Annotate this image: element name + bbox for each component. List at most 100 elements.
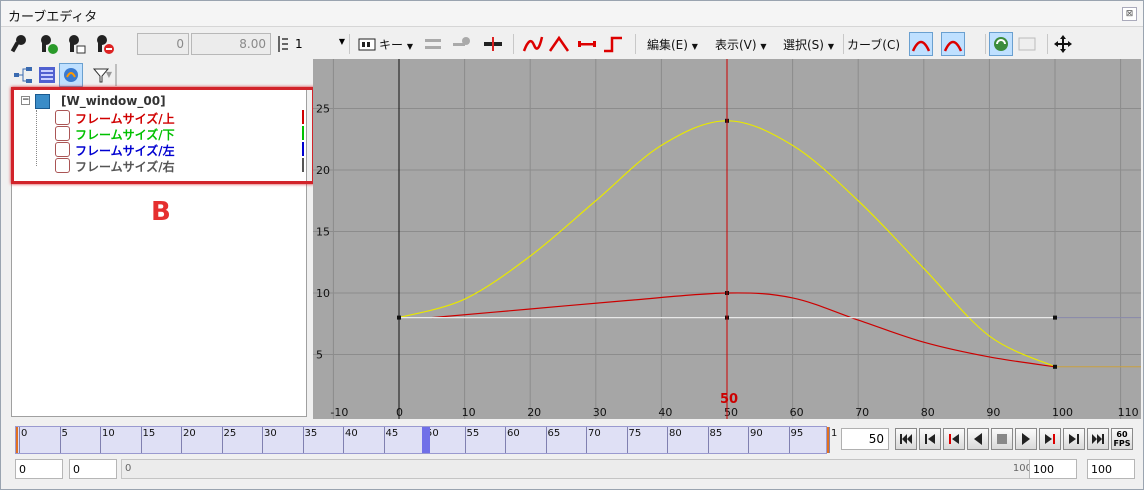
timeline-tick [59,427,61,453]
key-copy-icon[interactable] [449,32,473,56]
y-tick-label: 5 [316,349,323,362]
y-tick-label: 15 [316,226,330,239]
key-chart-icon[interactable] [63,32,87,56]
key-move-left-icon[interactable] [421,32,445,56]
timeline-tick-label: 10 [102,428,115,439]
annotation-label: B [151,197,171,227]
timeline-tick [262,427,263,453]
flat-curve-icon[interactable] [575,32,599,56]
key-break-icon[interactable] [481,32,505,56]
tree-toolbar: ▼ [11,63,307,87]
close-button[interactable]: ⊠ [1122,7,1137,21]
timeline-tick [100,427,101,453]
timeline-tick-label: 45 [385,428,399,439]
range-length-field[interactable]: 100 [1087,459,1135,479]
chevron-down-icon: ▼ [760,42,767,51]
timeline-start-marker[interactable] [16,427,18,453]
key-menu[interactable]: キー ▼ [379,36,413,53]
end-value-field[interactable]: 8.00 [191,33,271,55]
edit-menu[interactable]: 編集(E) ▼ [647,36,698,53]
key-point [1053,315,1057,320]
fps-button[interactable]: 60 FPS [1111,428,1133,450]
chevron-down-icon: ▼ [105,70,112,79]
select-menu[interactable]: 選択(S) ▼ [783,36,834,53]
window-title: カーブエディタ [8,10,98,25]
timeline-tick [788,427,790,453]
curve-menu-label: カーブ(C) [847,38,901,52]
linear-curve-icon[interactable] [547,32,571,56]
x-tick-label: 20 [527,406,541,419]
timeline-tick-label: 15 [142,428,156,439]
smooth-curve-icon[interactable] [521,32,545,56]
timeline-tick [140,427,142,453]
timeline-tick-label: 20 [183,428,196,439]
timeline-tick-label: 40 [345,428,358,439]
timeline-tick-label: 35 [304,428,318,439]
timeline-tick-label: 60 [507,428,520,439]
return-icon[interactable] [1015,32,1039,56]
curve-graph-svg[interactable]: 25 20 15 10 5 -10 0 10 20 30 40 50 60 70 80 90 100 110 50 [313,59,1141,419]
key-point [397,315,401,320]
timeline-tick [545,427,547,453]
annotation-highlight-box [11,87,315,184]
timeline-end-marker[interactable] [827,427,829,453]
next-key-icon[interactable] [1063,428,1085,450]
timeline-tick [302,427,304,453]
key-tool-icon[interactable] [7,32,31,56]
key-delete-icon[interactable] [91,32,115,56]
title-bar: カーブエディタ ⊠ [1,1,1143,27]
step-curve-icon[interactable] [601,32,625,56]
prev-key-icon[interactable] [919,428,941,450]
timeline-ruler[interactable]: 0 5 10 15 20 25 30 35 40 45 50 55 60 65 70 75 80 85 90 95 1 [15,426,837,454]
curve-ease-alt-icon[interactable] [941,32,965,56]
current-frame-field[interactable]: 50 [841,428,889,450]
x-tick-label: 30 [593,406,607,419]
timeline-tick [19,427,20,453]
range-offset-field[interactable]: 0 [69,459,117,479]
prev-frame-icon[interactable] [967,428,989,450]
toolbar-separator [513,34,514,54]
chevron-down-icon: ▼ [406,42,413,51]
y-tick-label: 25 [316,103,330,116]
timeline-tick-label: 1 [831,428,838,439]
curve-graph[interactable]: 25 20 15 10 5 -10 0 10 20 30 40 50 60 70 80 90 100 110 50 [313,59,1141,419]
range-start-field[interactable]: 0 [15,459,63,479]
step-select[interactable]: 1 ▼ [295,33,345,55]
key-add-icon[interactable] [35,32,59,56]
go-to-end-icon[interactable] [1087,428,1109,450]
curve-menu[interactable]: カーブ(C) [847,36,900,53]
fit-view-icon[interactable] [1051,32,1075,56]
timeline-tick-label: 25 [223,428,237,439]
timeline-playhead[interactable] [422,427,430,453]
x-tick-label: 40 [658,406,672,419]
x-tick-label: 110 [1118,406,1139,419]
range-end-field[interactable]: 100 [1029,459,1077,479]
edit-menu-label: 編集(E) [647,38,688,52]
hierarchy-icon[interactable] [11,63,35,87]
key-lock-icon[interactable] [355,32,379,56]
timeline-tick [181,427,182,453]
x-tick-label: -10 [330,406,348,419]
refresh-icon[interactable] [989,32,1013,56]
curve-ease-icon[interactable] [909,32,933,56]
next-marker-icon[interactable] [1039,428,1061,450]
play-icon[interactable] [1015,428,1037,450]
view-menu[interactable]: 表示(V) ▼ [715,36,767,53]
select-menu-label: 選択(S) [783,38,824,52]
step-icon [271,32,295,56]
transport-controls: 50 60 FPS [841,428,1137,452]
x-tick-label: 60 [790,406,804,419]
key-point [1053,364,1057,369]
start-value-field[interactable]: 0 [137,33,189,55]
curve-filter-icon[interactable] [59,63,83,87]
filter-input[interactable]: ▼ [106,64,117,86]
x-tick-label: 0 [396,406,403,419]
timeline-tick-label: 85 [709,428,723,439]
list-icon[interactable] [35,63,59,87]
toolbar-separator [349,34,350,54]
prev-marker-icon[interactable] [943,428,965,450]
toolbar-separator [635,34,636,54]
stop-icon[interactable] [991,428,1013,450]
range-scrollbar[interactable]: 0 100 [121,459,1037,479]
go-to-start-icon[interactable] [895,428,917,450]
